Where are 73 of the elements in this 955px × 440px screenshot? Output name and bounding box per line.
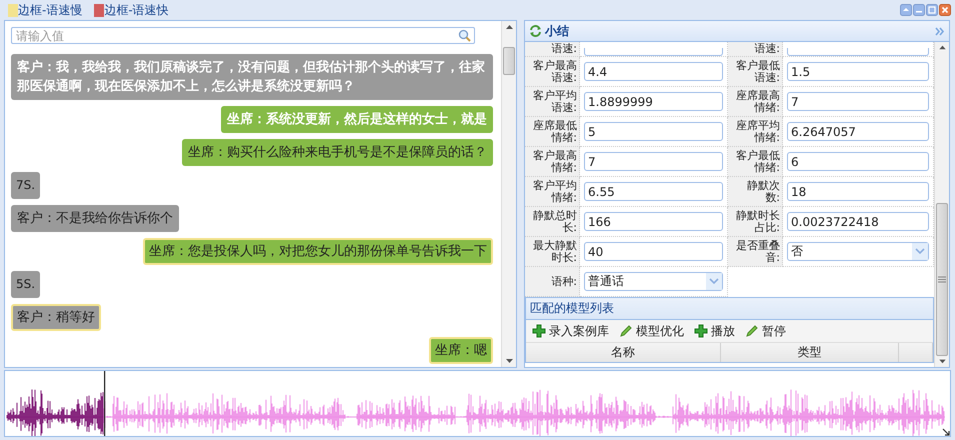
field-label: 座席最低情绪:	[525, 117, 580, 147]
input-field[interactable]: 7	[787, 92, 929, 111]
input-field[interactable]: 6	[787, 152, 929, 171]
refresh-icon	[529, 25, 542, 37]
toolbar-button[interactable]: 模型优化	[619, 322, 684, 340]
scrollbar[interactable]	[501, 21, 516, 367]
field-label: 座席平均情绪:	[728, 117, 783, 147]
agent-message: 坐席：您是投保人吗，对把您女儿的那份保单号告诉我一下	[143, 238, 493, 265]
field-label: 静默时长占比:	[728, 207, 783, 237]
field-label: 客户最高语速:	[525, 57, 580, 87]
field-label: 客户最高情绪:	[525, 147, 580, 177]
field-label: 语速:	[525, 42, 580, 57]
input-field[interactable]: 18	[787, 182, 929, 201]
input-field[interactable]: 6.55	[584, 182, 723, 201]
search-field[interactable]: 请输入值	[11, 27, 475, 44]
scrollbar-thumb[interactable]	[503, 47, 515, 75]
field-label: 客户最低情绪:	[728, 147, 783, 177]
legend-label: 边框-语速慢	[18, 2, 82, 18]
customer-message: 客户：不是我给你告诉你个	[11, 205, 179, 232]
minimize-button[interactable]	[913, 4, 925, 16]
toolbar-button[interactable]: 录入案例库	[532, 322, 609, 340]
column-header[interactable]: 名称	[526, 343, 721, 362]
chevron-down-icon[interactable]	[912, 243, 928, 260]
agent-message: 坐席：嗯	[429, 337, 493, 364]
section-header: 匹配的模型列表	[526, 298, 933, 320]
input-field[interactable]: 166	[584, 212, 723, 231]
silence-duration: 5S.	[11, 271, 40, 298]
pencil-icon[interactable]	[619, 324, 633, 338]
input-field[interactable]: 0.0023722418	[787, 212, 929, 231]
plus-icon[interactable]	[694, 324, 708, 338]
input-field[interactable]	[787, 48, 929, 56]
playhead-line[interactable]	[104, 371, 106, 436]
customer-message: 客户：我，我给我，我们原稿谈完了，没有问题，但我估计那个头的读写了，往家那医保通啊，现在医保添加不上，怎么讲是系统没更新吗？	[11, 54, 493, 100]
plus-icon[interactable]	[532, 324, 546, 338]
legend-label: 边框-语速快	[104, 2, 169, 18]
toolbar-button[interactable]: 暂停	[745, 322, 786, 340]
scrollbar[interactable]	[934, 42, 949, 367]
close-button[interactable]	[939, 4, 951, 16]
input-field[interactable]	[584, 48, 723, 56]
chevron-down-icon[interactable]	[706, 273, 722, 290]
column-header[interactable]: 类型	[721, 343, 899, 362]
panel-title: 小结	[545, 22, 570, 40]
field-label: 静默次数:	[728, 177, 783, 207]
toolbar-button[interactable]: 播放	[694, 322, 735, 340]
field-label: 语种:	[525, 267, 580, 297]
field-label: 客户最低语速:	[728, 57, 783, 87]
field-label: 客户平均语速:	[525, 87, 580, 117]
pencil-icon[interactable]	[745, 324, 759, 338]
grip-icon[interactable]	[938, 276, 946, 283]
field-label: 静默总时长:	[525, 207, 580, 237]
input-field[interactable]: 1.8899999	[584, 92, 723, 111]
field-label: 座席最高情绪:	[728, 87, 783, 117]
silence-duration: 7S.	[11, 172, 40, 199]
field-label: 是否重叠音:	[728, 237, 783, 267]
collapse-icon[interactable]	[935, 26, 945, 36]
window-collapse-button[interactable]	[900, 4, 912, 16]
input-field[interactable]: 5	[584, 122, 723, 141]
resize-grip-icon[interactable]	[942, 428, 950, 436]
field-label: 最大静默时长:	[525, 237, 580, 267]
field-label: 客户平均情绪:	[525, 177, 580, 207]
input-field[interactable]: 7	[584, 152, 723, 171]
input-field[interactable]: 1.5	[787, 62, 929, 81]
maximize-button[interactable]	[926, 4, 938, 16]
input-field[interactable]: 6.2647057	[787, 122, 929, 141]
agent-message: 坐席：购买什么险种来电手机号是不是保障员的话？	[182, 139, 493, 166]
agent-message: 坐席：系统没更新，然后是这样的女士，就是	[221, 106, 493, 133]
dropdown-field[interactable]: 否	[787, 242, 929, 261]
customer-message: 客户：稍等好	[11, 304, 101, 331]
field-label: 语速:	[728, 42, 783, 57]
input-field[interactable]: 4.4	[584, 62, 723, 81]
dropdown-field[interactable]: 普通话	[584, 272, 723, 291]
scrollbar-thumb[interactable]	[936, 202, 948, 356]
input-field[interactable]: 40	[584, 242, 723, 261]
